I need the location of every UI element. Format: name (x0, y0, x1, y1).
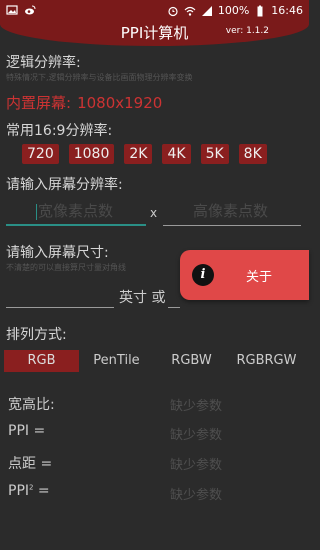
aspect-ratio-value: 缺少参数 (170, 399, 223, 414)
height-input[interactable]: 高像素点数 (163, 198, 301, 226)
resolution-separator: x (150, 206, 158, 220)
input-resolution-label: 请输入屏幕分辨率: (6, 177, 123, 193)
input-size-label: 请输入屏幕尺寸: (6, 245, 109, 261)
size-unit-or: 英寸 或 (119, 290, 166, 306)
signal-icon (201, 5, 212, 16)
width-input[interactable]: 宽像素点数 (6, 198, 146, 226)
builtin-screen: 内置屏幕: 1080x1920 (6, 92, 162, 113)
res-button-8k[interactable]: 8K (238, 144, 267, 164)
status-left (6, 4, 36, 16)
common-resolution-label: 常用16:9分辨率: (6, 123, 113, 139)
arrangement-label: 排列方式: (6, 327, 67, 343)
input-size-hint: 不清楚的可以直接算尺寸量对角线 (6, 263, 126, 272)
info-icon: i (192, 264, 214, 286)
alt-size-input[interactable] (168, 280, 180, 308)
wifi-icon (184, 6, 196, 16)
tab-rgbrgw[interactable]: RGBRGW (229, 350, 304, 372)
height-placeholder: 高像素点数 (193, 202, 269, 220)
tab-rgb[interactable]: RGB (4, 350, 79, 372)
battery-icon (257, 5, 263, 16)
ppi-squared-equals: = (33, 483, 50, 499)
battery-percent: 100% (217, 4, 250, 17)
ppi-value: 缺少参数 (170, 428, 223, 443)
res-button-2k[interactable]: 2K (124, 144, 153, 164)
aspect-ratio-label: 宽高比: (8, 397, 55, 413)
res-button-1080[interactable]: 1080 (68, 144, 115, 164)
image-icon (6, 5, 18, 15)
status-right: 100% 16:46 (167, 4, 303, 17)
res-button-4k[interactable]: 4K (162, 144, 191, 164)
ppi-squared-label: PPI2 = (8, 483, 50, 499)
logical-resolution-label: 逻辑分辨率: (6, 55, 81, 71)
size-input[interactable] (6, 280, 114, 308)
status-time: 16:46 (271, 4, 303, 17)
logical-resolution-hint: 特殊情况下,逻辑分辨率与设备比画面物理分辨率变换 (6, 73, 193, 82)
common-resolution-buttons: 720 1080 2K 4K 5K 8K (22, 144, 267, 164)
res-button-720[interactable]: 720 (22, 144, 59, 164)
alarm-icon (168, 6, 178, 16)
dot-pitch-value: 缺少参数 (170, 458, 223, 473)
builtin-screen-label: 内置屏幕: (6, 94, 72, 112)
builtin-screen-value: 1080x1920 (77, 94, 163, 112)
res-button-5k[interactable]: 5K (200, 144, 229, 164)
tab-pentile[interactable]: PenTile (79, 350, 154, 372)
about-button[interactable]: i 关于 (180, 250, 309, 300)
about-label: 关于 (246, 270, 273, 285)
ppi-squared-base: PPI (8, 483, 30, 499)
dot-pitch-label: 点距 = (8, 456, 53, 472)
text-cursor (36, 203, 37, 220)
arrangement-tabs: RGB PenTile RGBW RGBRGW (4, 350, 304, 372)
app-bar: PPI计算机 ver: 1.1.2 (0, 24, 309, 46)
status-bar: 100% 16:46 (0, 0, 309, 24)
ppi-label: PPI = (8, 423, 46, 439)
tab-rgbw[interactable]: RGBW (154, 350, 229, 372)
width-placeholder: 宽像素点数 (38, 202, 114, 220)
ppi-squared-value: 缺少参数 (170, 488, 223, 503)
weibo-icon (25, 5, 36, 15)
app-version: ver: 1.1.2 (225, 26, 269, 36)
